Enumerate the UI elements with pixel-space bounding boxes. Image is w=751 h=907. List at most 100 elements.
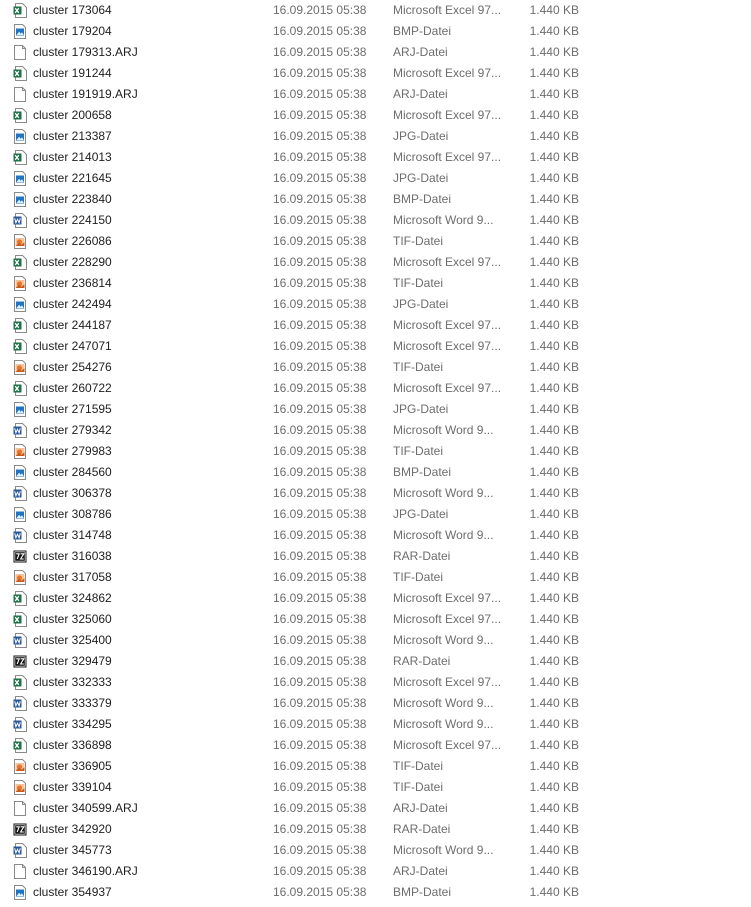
- file-row[interactable]: cluster 317058 16.09.2015 05:38 TIF-Date…: [0, 567, 751, 588]
- file-name: cluster 345773: [33, 843, 112, 857]
- file-row[interactable]: cluster 236814 16.09.2015 05:38 TIF-Date…: [0, 273, 751, 294]
- file-date: 16.09.2015 05:38: [273, 591, 367, 605]
- file-name: cluster 340599.ARJ: [33, 801, 138, 815]
- file-type: JPG-Datei: [393, 507, 449, 521]
- file-row[interactable]: cluster 284560 16.09.2015 05:38 BMP-Date…: [0, 462, 751, 483]
- file-date: 16.09.2015 05:38: [273, 339, 367, 353]
- file-row[interactable]: cluster 329479 16.09.2015 05:38 RAR-Date…: [0, 651, 751, 672]
- file-row[interactable]: cluster 191244 16.09.2015 05:38 Microsof…: [0, 63, 751, 84]
- word-icon: [13, 486, 27, 501]
- file-name: cluster 334295: [33, 717, 112, 731]
- file-row[interactable]: cluster 336905 16.09.2015 05:38 TIF-Date…: [0, 756, 751, 777]
- file-name: cluster 221645: [33, 171, 112, 185]
- file-name: cluster 179313.ARJ: [33, 45, 138, 59]
- file-name: cluster 200658: [33, 108, 112, 122]
- file-type: TIF-Datei: [393, 360, 444, 374]
- file-date: 16.09.2015 05:38: [273, 255, 367, 269]
- file-size: 1.440 KB: [529, 381, 579, 395]
- file-row[interactable]: cluster 221645 16.09.2015 05:38 JPG-Date…: [0, 168, 751, 189]
- file-row[interactable]: cluster 340599.ARJ 16.09.2015 05:38 ARJ-…: [0, 798, 751, 819]
- file-row[interactable]: cluster 346190.ARJ 16.09.2015 05:38 ARJ-…: [0, 861, 751, 882]
- file-size: 1.440 KB: [529, 486, 579, 500]
- file-row[interactable]: cluster 279342 16.09.2015 05:38 Microsof…: [0, 420, 751, 441]
- file-type: JPG-Datei: [393, 402, 449, 416]
- file-size: 1.440 KB: [529, 612, 579, 626]
- file-name: cluster 333379: [33, 696, 112, 710]
- file-row[interactable]: cluster 271595 16.09.2015 05:38 JPG-Date…: [0, 399, 751, 420]
- file-row[interactable]: cluster 308786 16.09.2015 05:38 JPG-Date…: [0, 504, 751, 525]
- file-size: 1.440 KB: [529, 234, 579, 248]
- file-size: 1.440 KB: [529, 591, 579, 605]
- image-icon: [13, 402, 27, 417]
- file-row[interactable]: cluster 342920 16.09.2015 05:38 RAR-Date…: [0, 819, 751, 840]
- file-size: 1.440 KB: [529, 87, 579, 101]
- file-row[interactable]: cluster 332333 16.09.2015 05:38 Microsof…: [0, 672, 751, 693]
- file-size: 1.440 KB: [529, 801, 579, 815]
- file-type: JPG-Datei: [393, 171, 449, 185]
- file-row[interactable]: cluster 260722 16.09.2015 05:38 Microsof…: [0, 378, 751, 399]
- file-size: 1.440 KB: [529, 717, 579, 731]
- file-date: 16.09.2015 05:38: [273, 3, 367, 17]
- image-icon: [13, 465, 27, 480]
- file-row[interactable]: cluster 354937 16.09.2015 05:38 BMP-Date…: [0, 882, 751, 903]
- word-icon: [13, 633, 27, 648]
- file-date: 16.09.2015 05:38: [273, 717, 367, 731]
- file-name: cluster 247071: [33, 339, 112, 353]
- file-row[interactable]: cluster 226086 16.09.2015 05:38 TIF-Date…: [0, 231, 751, 252]
- file-type: JPG-Datei: [393, 129, 449, 143]
- 7z-archive-icon: [13, 822, 27, 837]
- file-name: cluster 213387: [33, 129, 112, 143]
- file-row[interactable]: cluster 244187 16.09.2015 05:38 Microsof…: [0, 315, 751, 336]
- file-date: 16.09.2015 05:38: [273, 423, 367, 437]
- file-row[interactable]: cluster 179313.ARJ 16.09.2015 05:38 ARJ-…: [0, 42, 751, 63]
- file-type: TIF-Datei: [393, 234, 444, 248]
- file-name: cluster 325060: [33, 612, 112, 626]
- file-type: Microsoft Excel 97...: [393, 675, 502, 689]
- file-type: Microsoft Excel 97...: [393, 612, 502, 626]
- file-row[interactable]: cluster 336898 16.09.2015 05:38 Microsof…: [0, 735, 751, 756]
- file-row[interactable]: cluster 214013 16.09.2015 05:38 Microsof…: [0, 147, 751, 168]
- file-date: 16.09.2015 05:38: [273, 654, 367, 668]
- file-row[interactable]: cluster 242494 16.09.2015 05:38 JPG-Date…: [0, 294, 751, 315]
- blank-file-icon: [13, 87, 27, 102]
- file-size: 1.440 KB: [529, 507, 579, 521]
- file-row[interactable]: cluster 224150 16.09.2015 05:38 Microsof…: [0, 210, 751, 231]
- file-row[interactable]: cluster 254276 16.09.2015 05:38 TIF-Date…: [0, 357, 751, 378]
- file-size: 1.440 KB: [529, 129, 579, 143]
- file-row[interactable]: cluster 333379 16.09.2015 05:38 Microsof…: [0, 693, 751, 714]
- file-row[interactable]: cluster 324862 16.09.2015 05:38 Microsof…: [0, 588, 751, 609]
- file-row[interactable]: cluster 223840 16.09.2015 05:38 BMP-Date…: [0, 189, 751, 210]
- file-name: cluster 316038: [33, 549, 112, 563]
- file-date: 16.09.2015 05:38: [273, 528, 367, 542]
- file-row[interactable]: cluster 228290 16.09.2015 05:38 Microsof…: [0, 252, 751, 273]
- file-row[interactable]: cluster 334295 16.09.2015 05:38 Microsof…: [0, 714, 751, 735]
- file-row[interactable]: cluster 213387 16.09.2015 05:38 JPG-Date…: [0, 126, 751, 147]
- file-row[interactable]: cluster 173064 16.09.2015 05:38 Microsof…: [0, 0, 751, 21]
- word-icon: [13, 696, 27, 711]
- file-row[interactable]: cluster 325400 16.09.2015 05:38 Microsof…: [0, 630, 751, 651]
- file-type: Microsoft Word 9...: [393, 423, 494, 437]
- file-row[interactable]: cluster 279983 16.09.2015 05:38 TIF-Date…: [0, 441, 751, 462]
- tif-icon: [13, 234, 27, 249]
- tif-icon: [13, 570, 27, 585]
- file-row[interactable]: cluster 200658 16.09.2015 05:38 Microsof…: [0, 105, 751, 126]
- file-row[interactable]: cluster 247071 16.09.2015 05:38 Microsof…: [0, 336, 751, 357]
- image-icon: [13, 192, 27, 207]
- file-date: 16.09.2015 05:38: [273, 24, 367, 38]
- file-row[interactable]: cluster 314748 16.09.2015 05:38 Microsof…: [0, 525, 751, 546]
- file-date: 16.09.2015 05:38: [273, 633, 367, 647]
- file-row[interactable]: cluster 191919.ARJ 16.09.2015 05:38 ARJ-…: [0, 84, 751, 105]
- file-row[interactable]: cluster 325060 16.09.2015 05:38 Microsof…: [0, 609, 751, 630]
- file-size: 1.440 KB: [529, 171, 579, 185]
- file-date: 16.09.2015 05:38: [273, 66, 367, 80]
- file-row[interactable]: cluster 339104 16.09.2015 05:38 TIF-Date…: [0, 777, 751, 798]
- file-row[interactable]: cluster 306378 16.09.2015 05:38 Microsof…: [0, 483, 751, 504]
- file-row[interactable]: cluster 179204 16.09.2015 05:38 BMP-Date…: [0, 21, 751, 42]
- file-name: cluster 228290: [33, 255, 112, 269]
- excel-icon: [13, 66, 27, 81]
- file-date: 16.09.2015 05:38: [273, 843, 367, 857]
- file-name: cluster 279342: [33, 423, 112, 437]
- file-row[interactable]: cluster 316038 16.09.2015 05:38 RAR-Date…: [0, 546, 751, 567]
- file-row[interactable]: cluster 345773 16.09.2015 05:38 Microsof…: [0, 840, 751, 861]
- file-type: Microsoft Word 9...: [393, 717, 494, 731]
